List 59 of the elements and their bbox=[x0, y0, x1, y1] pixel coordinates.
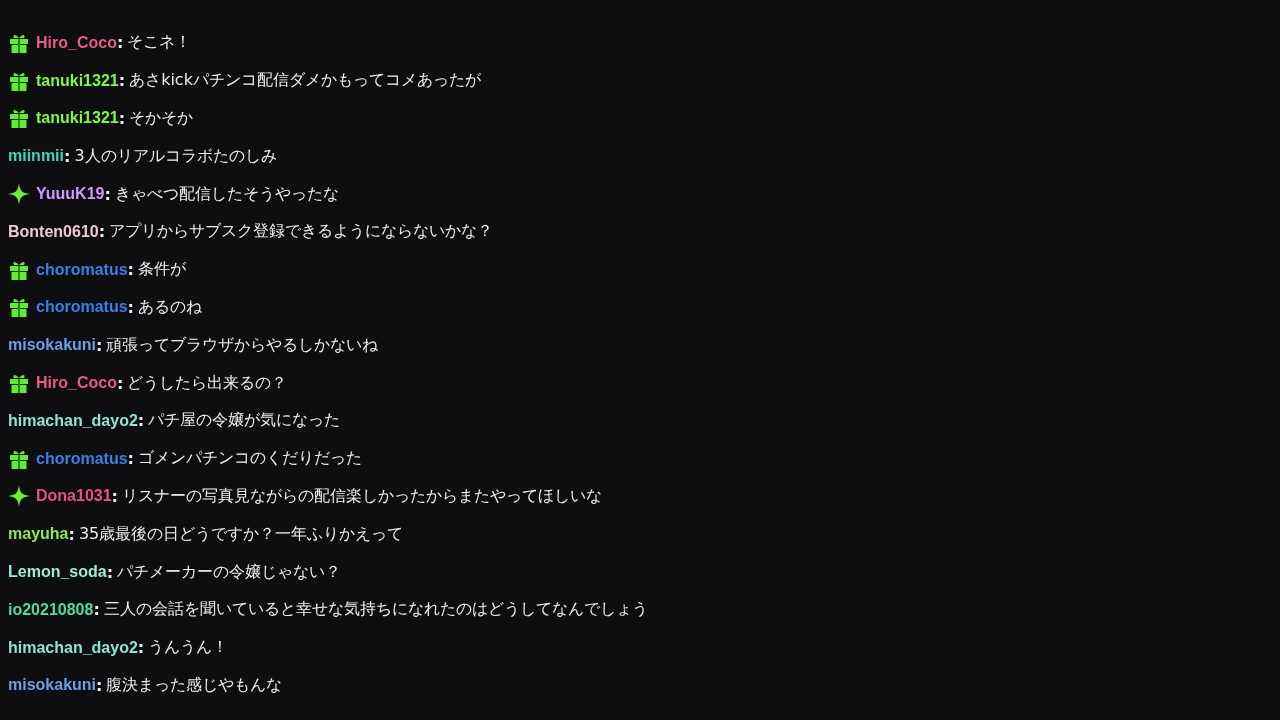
colon-separator: : bbox=[116, 373, 124, 393]
chat-message: 三人の会話を聞いていると幸せな気持ちになれたのはどうしてなんでしょう bbox=[103, 599, 648, 621]
username[interactable]: choromatus bbox=[36, 260, 128, 279]
gift-icon bbox=[8, 107, 30, 130]
colon-separator: : bbox=[106, 562, 114, 582]
sparkle-icon bbox=[8, 485, 30, 508]
colon-separator: : bbox=[127, 260, 134, 280]
colon-separator: : bbox=[111, 486, 118, 506]
username[interactable]: Dona1031 bbox=[36, 487, 112, 506]
username[interactable]: Hiro_Coco bbox=[36, 374, 117, 393]
username[interactable]: tanuki1321 bbox=[36, 71, 119, 90]
colon-separator: : bbox=[93, 600, 100, 620]
username[interactable]: YuuuK19 bbox=[36, 185, 105, 204]
username[interactable]: choromatus bbox=[36, 449, 128, 468]
colon-separator: : bbox=[118, 71, 126, 91]
username[interactable]: Bonten0610 bbox=[8, 222, 99, 241]
username[interactable]: choromatus bbox=[36, 298, 128, 317]
chat-message: あるのね bbox=[138, 296, 202, 318]
sparkle-icon bbox=[8, 183, 30, 206]
chat-message: アプリからサブスク登録できるようにならないかな？ bbox=[109, 221, 494, 243]
chat-message: そこネ！ bbox=[127, 32, 192, 54]
colon-separator: : bbox=[118, 109, 126, 128]
username[interactable]: himachan_dayo2 bbox=[8, 411, 138, 430]
username[interactable]: misokakuni bbox=[8, 676, 97, 695]
chat-message: あさkickパチンコ配信ダメかもってコメあったが bbox=[129, 70, 481, 92]
colon-separator: : bbox=[64, 146, 71, 166]
chat-message: 腹決まった感じやもんな bbox=[106, 674, 283, 696]
colon-separator: : bbox=[116, 33, 124, 53]
chat-message: きゃべつ配信したそうやったな bbox=[114, 183, 339, 205]
username[interactable]: himachan_dayo2 bbox=[8, 638, 138, 657]
chat-message: うんうん！ bbox=[148, 637, 229, 659]
chat-message: 頑張ってブラウザからやるしかないね bbox=[106, 334, 379, 356]
chat-message: ゴメンパチンコのくだりだった bbox=[138, 448, 362, 470]
chat-message: そかそか bbox=[129, 108, 194, 129]
chat-message: リスナーの写真見ながらの配信楽しかったからまたやってほしいな bbox=[122, 485, 602, 507]
username[interactable]: mayuha bbox=[8, 525, 69, 544]
chat-message: 3人のリアルコラボたのしみ bbox=[74, 145, 277, 167]
colon-separator: : bbox=[137, 638, 145, 658]
gift-icon bbox=[8, 296, 30, 319]
colon-separator: : bbox=[68, 524, 75, 544]
chat-message: 35歳最後の日どうですか？一年ふりかえって bbox=[78, 523, 404, 545]
colon-separator: : bbox=[96, 675, 103, 695]
username[interactable]: tanuki1321 bbox=[36, 109, 119, 128]
username[interactable]: io20210808 bbox=[8, 600, 94, 619]
username[interactable]: misokakuni bbox=[8, 336, 97, 355]
colon-separator: : bbox=[98, 222, 106, 242]
chat-message: パチメーカーの令嬢じゃない？ bbox=[117, 561, 342, 583]
colon-separator: : bbox=[104, 184, 111, 204]
gift-icon bbox=[8, 372, 30, 395]
colon-separator: : bbox=[137, 411, 145, 431]
username[interactable]: Lemon_soda bbox=[8, 563, 107, 582]
chat-message: パチ屋の令嬢が気になった bbox=[148, 410, 341, 432]
username[interactable]: Hiro_Coco bbox=[36, 33, 117, 52]
chat-message: 条件が bbox=[138, 259, 186, 281]
username[interactable]: miinmii bbox=[8, 147, 64, 166]
chat-message: どうしたら出来るの？ bbox=[127, 372, 288, 394]
colon-separator: : bbox=[96, 335, 103, 355]
colon-separator: : bbox=[127, 449, 134, 469]
colon-separator: : bbox=[127, 297, 134, 317]
